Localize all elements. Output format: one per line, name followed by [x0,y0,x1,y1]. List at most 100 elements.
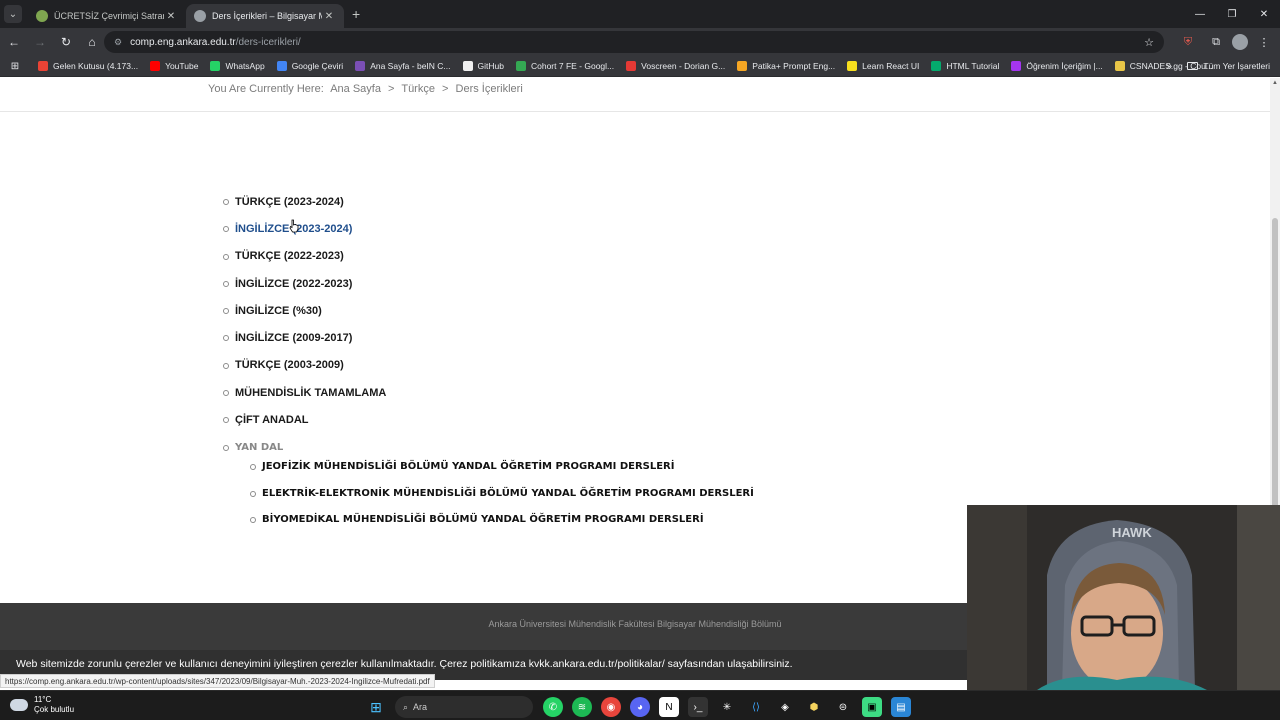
breadcrumb-prefix: You Are Currently Here: [208,83,324,95]
app-circle-icon[interactable]: ⊜ [833,697,853,717]
site-info-icon[interactable]: ⚙ [114,37,122,48]
bookmark-label: Learn React UI [862,61,920,71]
link-muhendislik-tamamlama[interactable]: MÜHENDİSLİK TAMAMLAMA [222,379,386,406]
bookmark-star-icon[interactable]: ☆ [1144,36,1154,49]
back-icon[interactable]: ← [2,30,26,54]
terminal-icon[interactable]: ›_ [688,697,708,717]
link-turkce-2003-2009[interactable]: TÜRKÇE (2003-2009) [222,352,386,379]
bookmark-item[interactable]: Ana Sayfa - beIN C... [355,61,451,71]
discord-icon[interactable]: ◕ [630,697,650,717]
link-cift-anadal[interactable]: ÇİFT ANADAL [222,406,386,433]
bookmark-item[interactable]: Öğrenim İçeriğim |... [1011,61,1103,71]
bookmark-item[interactable]: Gelen Kutusu (4.173... [38,61,138,71]
close-icon[interactable]: ✕ [322,11,336,22]
link-ingilizce-2009-2017[interactable]: İNGİLİZCE (2009-2017) [222,324,386,351]
curriculum-list: TÜRKÇE (2023-2024) İNGİLİZCE (2023-2024)… [222,188,386,461]
shield-extension-icon[interactable]: ⛨ [1176,30,1200,54]
tab-search-button[interactable]: ⌄ [4,5,22,23]
bookmark-label: WhatsApp [225,61,265,71]
vscode-icon[interactable]: ⟨⟩ [746,697,766,717]
temperature: 11°C [34,695,52,704]
link-turkce-2023-2024[interactable]: TÜRKÇE (2023-2024) [222,188,386,215]
whatsapp-icon[interactable]: ✆ [543,697,563,717]
spotify-icon[interactable]: ≋ [572,697,592,717]
apps-grid-icon[interactable]: ⊞ [4,61,26,72]
all-bookmarks-folder[interactable]: Tüm Yer İşaretleri [1187,61,1270,71]
hand-cursor-icon [289,219,299,233]
address-bar[interactable]: ⚙ comp.eng.ankara.edu.tr/ders-icerikleri… [104,31,1164,53]
close-window-icon[interactable]: ✕ [1248,0,1280,28]
restore-icon[interactable]: ❐ [1216,0,1248,28]
profile-avatar[interactable] [1232,34,1248,50]
windows-taskbar: 11°C Çok bulutlu ⊞ ⌕ Ara ✆ ≋ ◉ ◕ N ›_ ✳ … [0,690,1280,720]
url-host: comp.eng.ankara.edu.tr [130,36,236,48]
link-yandal-elektrik-elektronik[interactable]: ELEKTRİK-ELEKTRONİK MÜHENDİSLİĞİ BÖLÜMÜ … [249,480,754,507]
bookmark-item[interactable]: HTML Tutorial [931,61,999,71]
tab-title: ÜCRETSİZ Çevrimiçi Satranç Oy [54,11,164,21]
photos-icon[interactable]: ▤ [891,697,911,717]
minimize-icon[interactable]: — [1184,0,1216,28]
forward-icon[interactable]: → [28,30,52,54]
bookmark-item[interactable]: GitHub [462,61,504,71]
chrome-icon[interactable]: ◉ [601,697,621,717]
link-ingilizce-30[interactable]: İNGİLİZCE (%30) [222,297,386,324]
chess-favicon-icon [36,10,48,22]
reload-icon[interactable]: ↻ [54,30,78,54]
bookmark-item[interactable]: Google Çeviri [276,61,343,71]
bookmark-favicon-icon [1114,61,1125,71]
bookmark-label: GitHub [477,61,504,71]
extensions-puzzle-icon[interactable]: ⧉ [1204,30,1228,54]
breadcrumb-home-link[interactable]: Ana Sayfa [330,83,381,95]
bookmark-favicon-icon [737,61,748,71]
bookmark-item[interactable]: Voscreen - Dorian G... [626,61,725,71]
chatgpt-icon[interactable]: ✳ [717,697,737,717]
bookmark-favicon-icon [462,61,473,71]
tab-ders-icerikleri[interactable]: Ders İçerikleri – Bilgisayar Mühe ✕ [186,4,344,28]
scroll-up-icon[interactable]: ▲ [1270,80,1280,86]
app-shield-icon[interactable]: ⬢ [804,697,824,717]
search-placeholder: Ara [413,702,428,712]
bookmark-item[interactable]: YouTube [150,61,198,71]
folder-icon [1187,62,1199,70]
windows-start-icon[interactable]: ⊞ [366,697,386,717]
bookmark-favicon-icon [210,61,221,71]
link-yandal-biyomedikal[interactable]: BİYOMEDİKAL MÜHENDİSLİĞİ BÖLÜMÜ YANDAL Ö… [249,506,754,533]
unity-icon[interactable]: ◈ [775,697,795,717]
link-yandal-jeofizik[interactable]: JEOFİZİK MÜHENDİSLİĞİ BÖLÜMÜ YANDAL ÖĞRE… [249,453,754,480]
bookmark-item[interactable]: Cohort 7 FE - Googl... [515,61,615,71]
link-turkce-2022-2023[interactable]: TÜRKÇE (2022-2023) [222,243,386,270]
bookmark-favicon-icon [1011,61,1022,71]
webcam-overlay: HAWK [967,505,1280,690]
taskbar-search[interactable]: ⌕ Ara [395,696,533,718]
tab-chess[interactable]: ÜCRETSİZ Çevrimiçi Satranç Oy ✕ [28,4,186,28]
weather-widget[interactable]: 11°C Çok bulutlu [10,695,74,715]
android-studio-icon[interactable]: ▣ [862,697,882,717]
bookmark-label: Gelen Kutusu (4.173... [53,61,139,71]
bookmark-item[interactable]: Patika+ Prompt Eng... [737,61,835,71]
bookmark-label: Ana Sayfa - beIN C... [370,61,451,71]
bookmark-label: YouTube [165,61,199,71]
bookmark-favicon-icon [355,61,366,71]
window-controls: — ❐ ✕ [1184,0,1280,28]
bookmark-item[interactable]: Learn React UI [847,61,919,71]
new-tab-icon[interactable]: + [352,6,360,22]
toolbar-extensions: ⛨ ⧉ ⋮ [1176,30,1276,54]
breadcrumb-turkce-link[interactable]: Türkçe [401,83,435,95]
bookmark-label: Patika+ Prompt Eng... [752,61,836,71]
menu-kebab-icon[interactable]: ⋮ [1252,30,1276,54]
link-ingilizce-2022-2023[interactable]: İNGİLİZCE (2022-2023) [222,270,386,297]
home-icon[interactable]: ⌂ [80,30,104,54]
chair-brand-text: HAWK [1112,525,1152,540]
close-icon[interactable]: ✕ [164,11,178,22]
link-ingilizce-2023-2024[interactable]: İNGİLİZCE (2023-2024) [222,215,386,242]
tab-strip: ⌄ ÜCRETSİZ Çevrimiçi Satranç Oy ✕ Ders İ… [0,0,1280,28]
more-bookmarks-icon[interactable]: » [1166,61,1172,72]
notion-icon[interactable]: N [659,697,679,717]
breadcrumb-separator: > [388,83,395,95]
bookmark-favicon-icon [276,61,287,71]
bookmark-label: Cohort 7 FE - Googl... [530,61,615,71]
yandal-list: JEOFİZİK MÜHENDİSLİĞİ BÖLÜMÜ YANDAL ÖĞRE… [249,453,754,533]
bookmark-label: Öğrenim İçeriğim |... [1026,61,1103,71]
taskbar-apps: ⊞ ⌕ Ara ✆ ≋ ◉ ◕ N ›_ ✳ ⟨⟩ ◈ ⬢ ⊜ ▣ ▤ [366,696,920,718]
bookmark-item[interactable]: WhatsApp [210,61,265,71]
